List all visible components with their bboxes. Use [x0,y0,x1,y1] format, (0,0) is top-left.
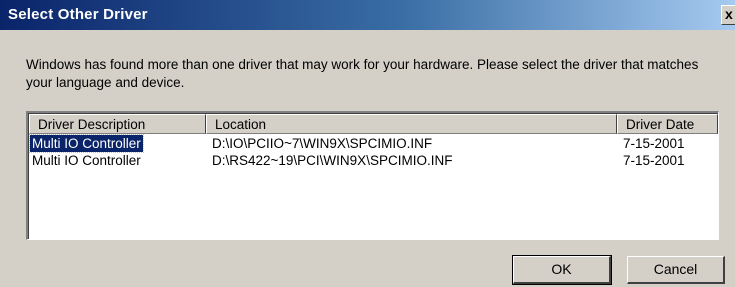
row-description: Multi IO Controller [29,134,144,153]
close-icon: x [725,6,733,22]
driver-row[interactable]: Multi IO Controller D:\IO\PCIIO~7\WIN9X\… [29,134,718,153]
title-bar[interactable]: Select Other Driver x [0,0,735,30]
column-header-location[interactable]: Location [206,114,617,134]
instruction-text: Windows has found more than one driver t… [26,57,699,90]
select-other-driver-dialog: Select Other Driver x Windows has found … [0,0,735,287]
row-location: D:\RS422~19\PCI\WIN9X\SPCIMIO.INF [212,153,453,168]
cancel-button[interactable]: Cancel [627,256,725,284]
driver-row[interactable]: Multi IO Controller D:\RS422~19\PCI\WIN9… [29,152,718,169]
close-button[interactable]: x [721,5,735,25]
column-header-description[interactable]: Driver Description [29,114,206,134]
row-date: 7-15-2001 [623,136,685,151]
row-description: Multi IO Controller [32,153,141,168]
window-title: Select Other Driver [8,6,148,23]
driver-list[interactable]: Driver Description Location Driver Date … [26,111,719,240]
row-location: D:\IO\PCIIO~7\WIN9X\SPCIMIO.INF [212,136,433,151]
list-header: Driver Description Location Driver Date [29,114,718,134]
ok-button[interactable]: OK [512,255,612,285]
row-date: 7-15-2001 [623,153,685,168]
column-header-date[interactable]: Driver Date [617,114,718,134]
